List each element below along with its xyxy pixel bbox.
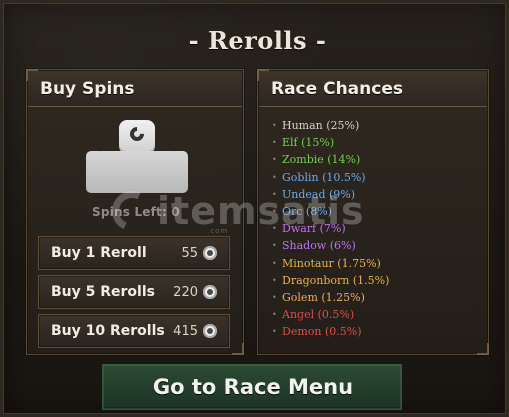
buy-1-reroll-button[interactable]: Buy 1 Reroll 55 bbox=[38, 236, 230, 270]
buy-10-rerolls-button[interactable]: Buy 10 Rerolls 415 bbox=[38, 314, 230, 348]
race-demon-label: Demon (0.5%) bbox=[282, 325, 362, 339]
bullet-icon: • bbox=[272, 206, 277, 216]
bullet-icon: • bbox=[272, 327, 277, 337]
window-title: - Rerolls - bbox=[188, 26, 327, 55]
buy-1-reroll-label: Buy 1 Reroll bbox=[51, 245, 147, 261]
race-item-minotaur: • Minotaur (1.75%) bbox=[272, 255, 478, 272]
bullet-icon: • bbox=[272, 121, 277, 130]
go-to-race-menu-label: Go to Race Menu bbox=[152, 375, 354, 399]
race-item-orc: • Orc (8%) bbox=[272, 203, 478, 220]
coin-icon bbox=[203, 246, 217, 260]
bullet-icon: • bbox=[272, 172, 277, 182]
buy-10-rerolls-cost: 415 bbox=[173, 324, 198, 339]
race-item-dwarf: • Dwarf (7%) bbox=[272, 220, 478, 237]
bullet-icon: • bbox=[272, 224, 277, 234]
race-dwarf-label: Dwarf (7%) bbox=[282, 222, 346, 236]
race-orc-label: Orc (8%) bbox=[282, 204, 332, 218]
race-elf-label: Elf (15%) bbox=[282, 136, 335, 150]
race-chances-panel: Race Chances • Human (25%) • Elf (15%) • Zo… bbox=[257, 69, 489, 355]
race-chances-list: • Human (25%) • Elf (15%) • Zombie (14%) • G… bbox=[272, 117, 478, 340]
bullet-icon: • bbox=[272, 155, 277, 165]
race-item-elf: • Elf (15%) bbox=[272, 134, 478, 151]
go-to-race-menu-button[interactable]: Go to Race Menu bbox=[102, 364, 402, 410]
buy-spins-header: Buy Spins bbox=[28, 71, 242, 107]
race-item-shadow: • Shadow (6%) bbox=[272, 237, 478, 254]
character-avatar-icon bbox=[83, 118, 191, 208]
buy-5-rerolls-button[interactable]: Buy 5 Rerolls 220 bbox=[38, 275, 230, 309]
race-item-zombie: • Zombie (14%) bbox=[272, 151, 478, 168]
bullet-icon: • bbox=[272, 189, 277, 199]
race-item-golem: • Golem (1.25%) bbox=[272, 289, 478, 306]
bullet-icon: • bbox=[272, 275, 277, 285]
buy-spins-title: Buy Spins bbox=[40, 79, 135, 99]
race-item-angel: • Angel (0.5%) bbox=[272, 306, 478, 323]
race-chances-title: Race Chances bbox=[271, 79, 403, 99]
buy-10-rerolls-label: Buy 10 Rerolls bbox=[51, 323, 165, 339]
buy-1-reroll-cost: 55 bbox=[181, 246, 198, 261]
race-shadow-label: Shadow (6%) bbox=[282, 239, 356, 253]
race-item-dragonborn: • Dragonborn (1.5%) bbox=[272, 272, 478, 289]
spins-left-text: Spins Left: 0 bbox=[92, 205, 180, 219]
buy-5-rerolls-label: Buy 5 Rerolls bbox=[51, 284, 155, 300]
race-undead-label: Undead (9%) bbox=[282, 187, 356, 201]
buy-5-rerolls-cost: 220 bbox=[173, 285, 198, 300]
race-zombie-label: Zombie (14%) bbox=[282, 153, 361, 167]
race-goblin-label: Goblin (10.5%) bbox=[282, 170, 366, 184]
bullet-icon: • bbox=[272, 258, 277, 268]
buy-spins-panel: Buy Spins Spins Left: 0 Buy 1 Reroll 55 … bbox=[26, 69, 244, 355]
bullet-icon: • bbox=[272, 310, 277, 320]
coin-icon bbox=[203, 324, 217, 338]
race-item-demon: • Demon (0.5%) bbox=[272, 323, 478, 340]
race-golem-label: Golem (1.25%) bbox=[282, 290, 365, 304]
rerolls-window: - Rerolls - Buy Spins Spins Left: 0 Buy … bbox=[0, 0, 509, 417]
race-chances-header: Race Chances bbox=[259, 71, 487, 107]
bullet-icon: • bbox=[272, 138, 277, 148]
race-item-goblin: • Goblin (10.5%) bbox=[272, 169, 478, 186]
race-item-undead: • Undead (9%) bbox=[272, 186, 478, 203]
race-angel-label: Angel (0.5%) bbox=[282, 308, 355, 322]
race-human-label: Human (25%) bbox=[282, 119, 360, 132]
bullet-icon: • bbox=[272, 292, 277, 302]
avatar-body bbox=[86, 151, 188, 193]
race-dragonborn-label: Dragonborn (1.5%) bbox=[282, 273, 390, 287]
bullet-icon: • bbox=[272, 241, 277, 251]
race-item-human: • Human (25%) bbox=[272, 117, 478, 134]
race-minotaur-label: Minotaur (1.75%) bbox=[282, 256, 381, 270]
coin-icon bbox=[203, 285, 217, 299]
